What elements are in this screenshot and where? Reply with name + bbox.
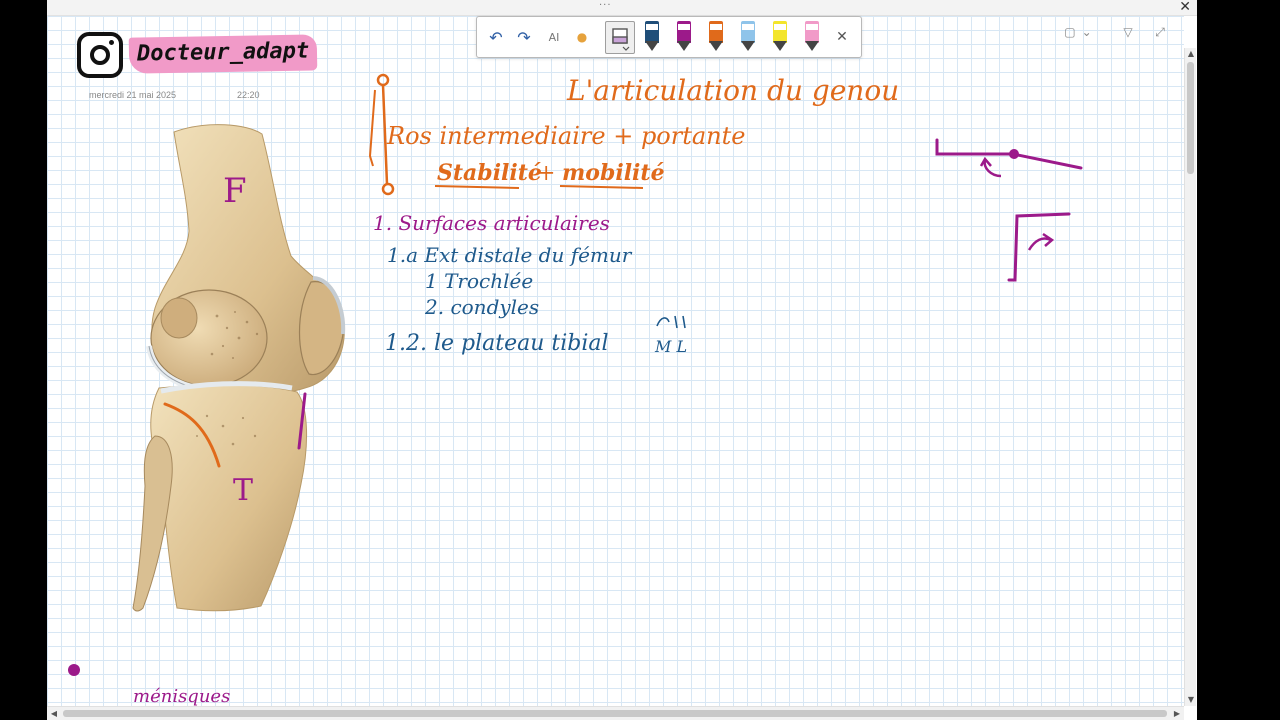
vertical-scroll-thumb[interactable] — [1187, 62, 1194, 174]
eraser-tool-button[interactable] — [605, 21, 635, 54]
note-plus: + — [537, 161, 555, 186]
pen-mode-icon: ▽ — [1123, 25, 1133, 39]
bottom-note: ménisques — [133, 686, 230, 706]
chevron-down-icon: ⌄ — [1081, 25, 1092, 39]
note-stabilite: Stabilité — [437, 160, 542, 186]
expand-icon: ⤢ — [1155, 24, 1165, 39]
notes-app-window: ··· ✕ F T ménisques L'articulation du ge… — [47, 0, 1197, 720]
title-bar[interactable]: ··· ✕ — [47, 0, 1197, 16]
note-line1: Ros intermediaire + portante — [386, 122, 746, 150]
brand-name: Docteur_adapt — [128, 34, 318, 74]
vertical-scrollbar[interactable]: ▲ ▼ — [1184, 48, 1196, 706]
scroll-right-icon[interactable]: ▶ — [1170, 707, 1184, 720]
highlighter-pink-button[interactable] — [805, 21, 819, 51]
undo-button[interactable]: ↶ — [485, 25, 507, 49]
note-mobilite: mobilité — [562, 160, 665, 186]
highlighter-yellow-button[interactable] — [773, 21, 787, 51]
section1-heading: 1. Surfaces articulaires — [373, 211, 610, 235]
note-canvas[interactable]: F T ménisques L'articulation du genou Ro… — [47, 16, 1184, 706]
drag-handle[interactable]: ··· — [599, 0, 612, 11]
item-trochlee: 1 Trochlée — [425, 269, 533, 293]
pen-mode-button[interactable]: ▽ — [1113, 18, 1143, 46]
joint-diagram — [935, 138, 1083, 282]
note-title: L'articulation du genou — [566, 74, 899, 107]
brand-header: Docteur_adapt mercredi 21 mai 2025 22:20 — [77, 32, 337, 100]
instagram-icon — [77, 32, 123, 78]
item-condyles: 2. condyles — [424, 295, 539, 319]
horizontal-scrollbar[interactable]: ◀ ▶ — [47, 706, 1184, 720]
item-plateau-note: M L — [654, 337, 687, 356]
view-controls: ▢ ⌄ ▽ ⤢ — [1055, 18, 1175, 46]
close-toolbar-button[interactable]: ✕ — [831, 25, 853, 49]
scroll-down-icon[interactable]: ▼ — [1185, 694, 1197, 706]
expand-button[interactable]: ⤢ — [1145, 18, 1175, 46]
bullet-dot — [68, 664, 80, 676]
eraser-icon — [612, 27, 630, 51]
tibia-label: T — [233, 473, 253, 508]
note-time: 22:20 — [237, 90, 260, 100]
close-window-button[interactable]: ✕ — [1179, 0, 1191, 15]
handwritten-notes: L'articulation du genou Ros intermediair… — [368, 73, 1083, 356]
layout-icon: ▢ — [1064, 25, 1076, 39]
scroll-left-icon[interactable]: ◀ — [47, 707, 61, 720]
horizontal-scroll-thumb[interactable] — [63, 710, 1167, 717]
pen-purple-button[interactable] — [677, 21, 691, 51]
item-1a: 1.a Ext distale du fémur — [387, 243, 633, 267]
femur-label: F — [223, 171, 247, 211]
ai-ink-button[interactable]: AI — [543, 25, 565, 49]
pen-orange-button[interactable] — [709, 21, 723, 51]
ink-layer: F T ménisques L'articulation du genou Ro… — [68, 73, 1083, 706]
drawing-toolbar: ↶ ↷ AI ● ✕ — [476, 16, 862, 58]
pen-light-blue-button[interactable] — [741, 21, 755, 51]
pen-dark-blue-button[interactable] — [645, 21, 659, 51]
scroll-up-icon[interactable]: ▲ — [1185, 48, 1197, 60]
note-date: mercredi 21 mai 2025 — [89, 90, 177, 100]
lasso-dot-icon[interactable]: ● — [571, 25, 593, 49]
redo-button[interactable]: ↷ — [513, 25, 535, 49]
item-plateau: 1.2. le plateau tibial — [385, 331, 609, 356]
page-layout-button[interactable]: ▢ ⌄ — [1055, 18, 1101, 46]
